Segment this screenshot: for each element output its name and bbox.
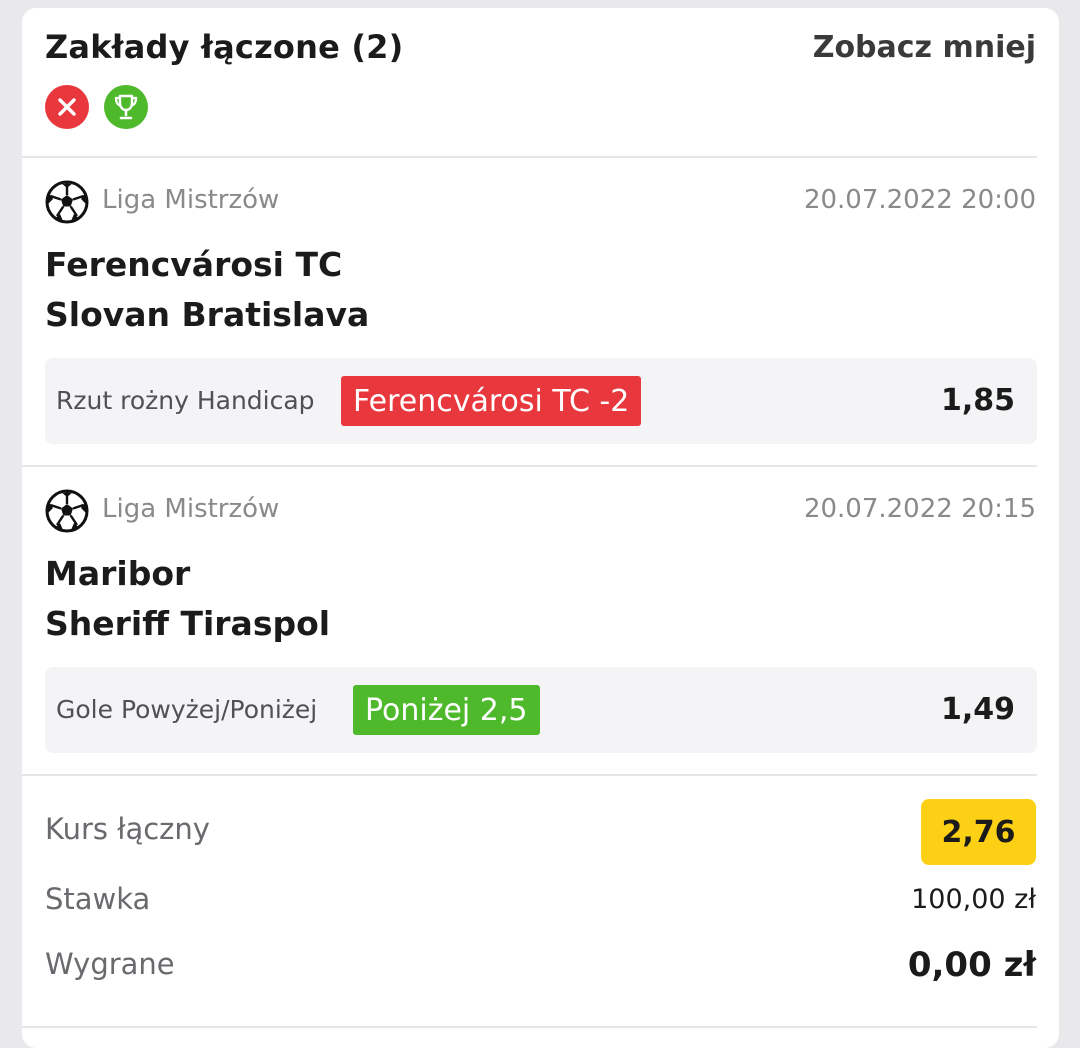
league-name: Liga Mistrzów: [102, 494, 280, 524]
event-datetime: 20.07.2022 20:00: [803, 185, 1036, 215]
divider: [22, 1026, 1037, 1028]
market-name: Rzut rożny Handicap: [56, 386, 315, 415]
event-datetime: 20.07.2022 20:15: [803, 494, 1036, 524]
bet-slip-card: Zakłady łączone (2) Zobacz mniej Liga Mi…: [22, 8, 1059, 1048]
selection-odds: 1,49: [940, 692, 1015, 727]
pick-badge-lost: Ferencvárosi TC -2: [341, 376, 642, 426]
team-home: Maribor: [45, 554, 191, 593]
selection-row: Gole Powyżej/Poniżej Poniżej 2,5 1,49: [45, 667, 1037, 753]
divider: [22, 156, 1037, 158]
winnings-value: 0,00 zł: [907, 945, 1036, 985]
team-home: Ferencvárosi TC: [45, 245, 343, 284]
page-title: Zakłady łączone (2): [45, 28, 404, 66]
divider: [22, 465, 1037, 467]
selection-odds: 1,85: [940, 383, 1015, 418]
soccer-ball-icon: [45, 180, 89, 224]
selection-row: Rzut rożny Handicap Ferencvárosi TC -2 1…: [45, 358, 1037, 444]
close-icon: [45, 85, 89, 129]
total-odds-badge: 2,76: [921, 799, 1036, 865]
total-odds-label: Kurs łączny: [45, 812, 210, 846]
trophy-icon: [104, 85, 148, 129]
league-name: Liga Mistrzów: [102, 185, 280, 215]
pick-badge-won: Poniżej 2,5: [353, 685, 540, 735]
stake-label: Stawka: [45, 882, 151, 916]
winnings-label: Wygrane: [45, 947, 175, 981]
stake-value: 100,00 zł: [911, 884, 1036, 915]
team-away: Sheriff Tiraspol: [45, 604, 331, 643]
market-name: Gole Powyżej/Poniżej: [56, 695, 318, 724]
team-away: Slovan Bratislava: [45, 295, 370, 334]
soccer-ball-icon: [45, 489, 89, 533]
see-less-button[interactable]: Zobacz mniej: [813, 30, 1036, 65]
divider: [22, 774, 1037, 776]
